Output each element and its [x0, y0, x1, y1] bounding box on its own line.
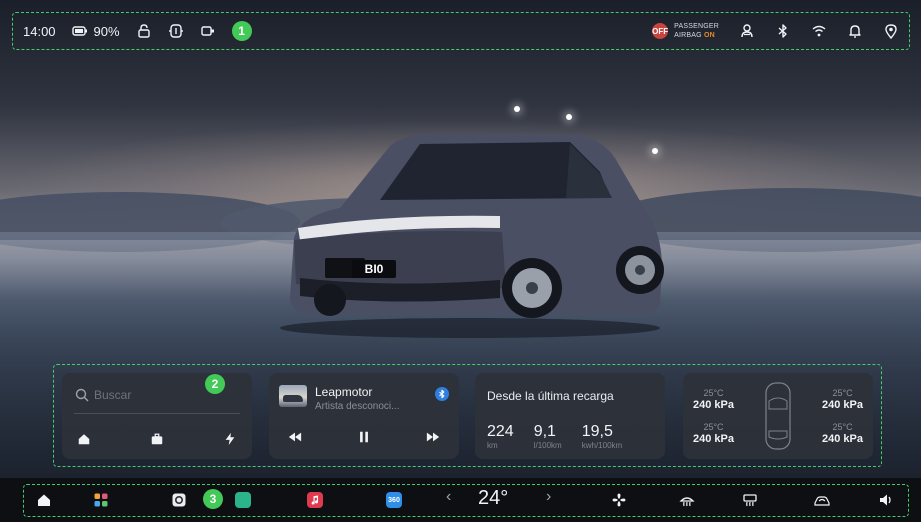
front-defrost-icon	[679, 492, 695, 508]
battery-icon	[71, 23, 88, 39]
bell-icon[interactable]	[847, 23, 863, 39]
tire-pressure: 240 kPa	[822, 399, 863, 411]
music-note-icon	[307, 492, 323, 508]
driver-profile-icon[interactable]	[739, 23, 755, 39]
trip-stats-card[interactable]: Desde la última recarga 224 km 9,1 l/100…	[475, 373, 665, 459]
hotspot-dot[interactable]	[514, 106, 520, 112]
search-icon	[74, 387, 90, 403]
status-bar-right: OFF PASSENGER AIRBAG ON	[652, 22, 899, 40]
rear-defrost-icon	[742, 492, 758, 508]
status-bar-left: 14:00 90% 1	[23, 21, 252, 41]
callout-badge-1: 1	[231, 21, 252, 41]
lightning-icon[interactable]	[222, 431, 238, 447]
tire-pressure-card[interactable]: 25°C 240 kPa 25°C 240 kPa 25°C 240 kPa 2…	[683, 373, 873, 459]
tire-rear-left: 25°C 240 kPa	[693, 421, 734, 445]
fast-forward-icon[interactable]	[425, 429, 441, 445]
battery-percent: 90%	[93, 23, 120, 39]
temp-increase-button[interactable]: ›	[546, 488, 551, 506]
cabin-temperature[interactable]: 24°	[478, 487, 508, 510]
airbag-label-passenger: PASSENGER	[674, 23, 719, 30]
airbag-icon: OFF	[652, 23, 669, 39]
home-icon[interactable]	[76, 431, 92, 447]
maps-app-button[interactable]	[234, 491, 252, 509]
track-title: Leapmotor	[315, 385, 373, 399]
stat-value: 224	[487, 423, 514, 440]
app-360-icon: 360	[386, 492, 402, 508]
trip-stats-values: 224 km 9,1 l/100km 19,5 kwh/100km	[487, 423, 622, 450]
search-placeholder[interactable]: Buscar	[94, 388, 131, 402]
app-360-button[interactable]: 360	[385, 491, 403, 509]
volume-icon	[878, 492, 894, 508]
tire-temp: 25°C	[832, 422, 853, 432]
airbag-label-prefix: AIRBAG	[674, 32, 702, 39]
dashcam-icon[interactable]	[200, 23, 216, 39]
home-button[interactable]	[35, 491, 53, 509]
tire-rear-right: 25°C 240 kPa	[822, 421, 863, 445]
apps-grid-icon	[93, 492, 109, 508]
passenger-airbag-indicator: OFF PASSENGER AIRBAG ON	[652, 22, 719, 40]
stat-value: 9,1	[533, 423, 556, 440]
pause-icon[interactable]	[356, 429, 372, 445]
airbag-label-state: AIRBAG ON	[674, 31, 719, 40]
dock-frame	[23, 484, 909, 517]
stat-unit: l/100km	[533, 441, 562, 450]
stat-unit: kwh/100km	[581, 441, 623, 450]
air-recirculation-button[interactable]	[813, 491, 831, 509]
car-illustration: BI0	[280, 134, 664, 338]
stat-energy: 19,5 kwh/100km	[582, 423, 622, 450]
lock-icon[interactable]	[136, 23, 152, 39]
airbag-state-value: ON	[703, 32, 715, 39]
bluetooth-source-icon	[435, 387, 449, 401]
tire-front-left: 25°C 240 kPa	[693, 387, 734, 411]
trip-stats-title: Desde la última recarga	[487, 389, 614, 403]
settings-button[interactable]	[170, 491, 188, 509]
tire-pressure: 240 kPa	[693, 433, 734, 445]
rear-defrost-button[interactable]	[741, 491, 759, 509]
track-artist: Artista desconoci...	[315, 401, 400, 412]
fan-button[interactable]	[610, 491, 628, 509]
callout-badge-2: 2	[205, 374, 225, 394]
tire-temp: 25°C	[832, 388, 853, 398]
car-top-view-icon	[765, 382, 791, 450]
rewind-icon[interactable]	[287, 429, 303, 445]
car-recirculation-icon	[814, 492, 830, 508]
music-app-button[interactable]	[306, 491, 324, 509]
temp-decrease-button[interactable]: ‹	[446, 488, 451, 506]
media-controls	[287, 429, 441, 445]
wifi-icon[interactable]	[811, 23, 827, 39]
volume-button[interactable]	[877, 491, 895, 509]
home-icon	[36, 492, 52, 508]
stat-distance: 224 km	[487, 423, 514, 450]
bluetooth-icon[interactable]	[775, 23, 791, 39]
hotspot-dot[interactable]	[566, 114, 572, 120]
stat-fuel: 9,1 l/100km	[534, 423, 562, 450]
front-defrost-button[interactable]	[678, 491, 696, 509]
album-art[interactable]	[279, 385, 307, 407]
tire-pressure: 240 kPa	[693, 399, 734, 411]
callout-badge-3: 3	[203, 489, 223, 509]
status-bar: 14:00 90% 1 OFF PASSENGER AIRBAG ON	[12, 12, 910, 50]
maps-app-icon	[235, 492, 251, 508]
license-plate: BI0	[365, 262, 384, 276]
briefcase-icon[interactable]	[149, 431, 165, 447]
location-pin-icon[interactable]	[883, 23, 899, 39]
search-underline	[74, 413, 240, 414]
clock: 14:00	[23, 23, 56, 39]
tire-temp: 25°C	[703, 422, 724, 432]
tire-temp: 25°C	[703, 388, 724, 398]
apps-grid-button[interactable]	[92, 491, 110, 509]
airbag-text: PASSENGER AIRBAG ON	[674, 22, 719, 40]
tire-front-right: 25°C 240 kPa	[822, 387, 863, 411]
fan-icon	[611, 492, 627, 508]
widget-row: Buscar Leapmotor Artista desconoci... De…	[53, 364, 882, 467]
gear-icon	[171, 492, 187, 508]
tire-pressure: 240 kPa	[822, 433, 863, 445]
steering-wheel-icon[interactable]	[168, 23, 184, 39]
stat-value: 19,5	[581, 423, 613, 440]
stat-unit: km	[487, 441, 498, 450]
quick-destinations	[76, 431, 238, 447]
media-card[interactable]: Leapmotor Artista desconoci...	[269, 373, 459, 459]
